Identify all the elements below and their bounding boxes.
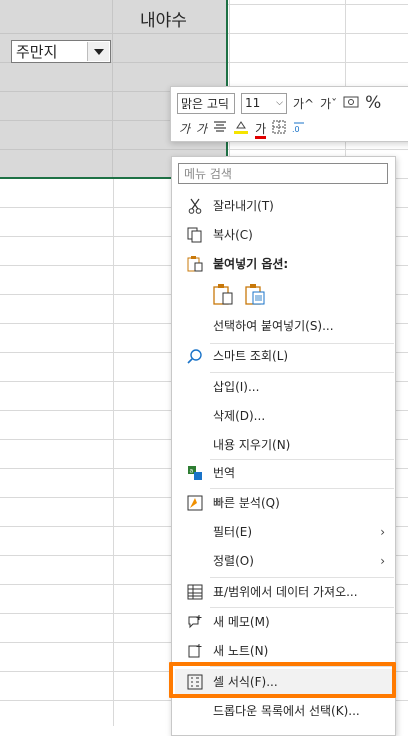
menu-item-paste-special[interactable]: 선택하여 붙여넣기(S)...: [173, 311, 395, 340]
blank-icon-slot: [185, 435, 205, 455]
mini-toolbar-row-2: 가 가 가 .0: [177, 116, 306, 140]
menu-item-new-note[interactable]: 새 노트(N): [173, 636, 395, 665]
mini-toolbar-row-1: 맑은 고딕 11 ⌵ 가^ 가ˇ %: [177, 91, 381, 115]
menu-item-label: 잘라내기(T): [213, 199, 274, 213]
menu-item-label: 빠른 분석(Q): [213, 496, 280, 510]
currency-format-icon[interactable]: [343, 95, 359, 112]
menu-item-filter[interactable]: 필터(E) ›: [173, 517, 395, 546]
smart-lookup-icon: [185, 346, 205, 366]
menu-item-clear-contents[interactable]: 내용 지우기(N): [173, 430, 395, 459]
menu-item-label: 삽입(I)...: [213, 380, 260, 394]
menu-item-label: 번역: [213, 466, 236, 480]
context-menu: 메뉴 검색 잘라내기(T) 복사(C) 붙여넣기 옵션: 선택하여 붙여넣기(S…: [171, 156, 396, 736]
row-gridline: [0, 149, 226, 150]
menu-item-sort[interactable]: 정렬(O) ›: [173, 546, 395, 575]
svg-text:.0: .0: [292, 125, 300, 134]
menu-item-label: 새 노트(N): [213, 644, 269, 658]
translate-icon: a: [185, 463, 205, 483]
menu-item-quick-analysis[interactable]: 빠른 분석(Q): [173, 488, 395, 517]
menu-item-label: 스마트 조회(L): [213, 349, 289, 363]
chevron-down-icon: ⌵: [276, 98, 283, 108]
table-icon: [185, 582, 205, 602]
blank-icon-slot: [185, 551, 205, 571]
menu-item-get-data-from-table[interactable]: 표/범위에서 데이터 가져오...: [173, 577, 395, 606]
menu-item-insert[interactable]: 삽입(I)...: [173, 372, 395, 401]
blank-icon-slot: [185, 701, 205, 721]
mini-toolbar: 맑은 고딕 11 ⌵ 가^ 가ˇ % 가 가 가 .0: [170, 86, 408, 142]
shrink-font-button[interactable]: 가ˇ: [320, 95, 337, 112]
submenu-arrow-icon: ›: [380, 553, 385, 568]
grow-font-button[interactable]: 가^: [293, 95, 314, 112]
menu-item-label: 새 메모(M): [213, 615, 270, 629]
menu-item-label: 삭제(D)...: [213, 409, 266, 423]
font-name-value: 맑은 고딕: [181, 96, 229, 111]
menu-item-copy[interactable]: 복사(C): [173, 220, 395, 249]
bold-button[interactable]: 가: [179, 120, 190, 137]
column-gridline: [112, 0, 113, 177]
dropdown-value: 주만지: [16, 43, 58, 61]
menu-item-paste-options: 붙여넣기 옵션:: [173, 249, 395, 278]
menu-search-input[interactable]: 메뉴 검색: [178, 163, 388, 184]
column-header-cell[interactable]: 내야수: [140, 6, 187, 31]
new-note-icon: [185, 641, 205, 661]
font-color-label: 가: [255, 121, 267, 136]
fill-color-icon[interactable]: [233, 119, 249, 138]
blank-icon-slot: [185, 522, 205, 542]
menu-item-label: 복사(C): [213, 228, 253, 242]
font-size-box[interactable]: 11 ⌵: [241, 92, 287, 114]
menu-item-label: 붙여넣기 옵션:: [213, 257, 289, 271]
menu-item-smart-lookup[interactable]: 스마트 조회(L): [173, 341, 395, 370]
submenu-arrow-icon: ›: [380, 524, 385, 539]
menu-item-new-comment[interactable]: 새 메모(M): [173, 607, 395, 636]
menu-item-label: 선택하여 붙여넣기(S)...: [213, 319, 334, 333]
format-cells-highlight-box: [169, 662, 396, 698]
paste-option-icon[interactable]: [212, 283, 234, 309]
menu-item-label: 정렬(O): [213, 554, 254, 568]
paste-options-row: [212, 283, 266, 309]
italic-button[interactable]: 가: [196, 120, 207, 137]
align-center-icon[interactable]: [213, 120, 227, 136]
scissors-icon: [185, 196, 205, 216]
paste-values-icon[interactable]: [244, 283, 266, 309]
quick-analysis-icon: [185, 493, 205, 513]
blank-icon-slot: [185, 316, 205, 336]
dropdown-arrow-icon[interactable]: [87, 42, 109, 61]
menu-item-label: 필터(E): [213, 525, 253, 539]
data-validation-dropdown[interactable]: 주만지: [11, 40, 111, 63]
percent-button[interactable]: %: [365, 93, 381, 113]
menu-item-label: 내용 지우기(N): [213, 438, 291, 452]
paste-icon: [185, 254, 205, 274]
row-gridline: [0, 33, 226, 34]
menu-item-delete[interactable]: 삭제(D)...: [173, 401, 395, 430]
menu-item-pick-from-dropdown[interactable]: 드롭다운 목록에서 선택(K)...: [173, 696, 395, 725]
copy-icon: [185, 225, 205, 245]
font-color-swatch: [255, 135, 267, 139]
font-name-box[interactable]: 맑은 고딕: [177, 92, 235, 114]
borders-icon[interactable]: [272, 120, 286, 137]
new-comment-icon: [185, 612, 205, 632]
blank-icon-slot: [185, 406, 205, 426]
menu-item-cut[interactable]: 잘라내기(T): [173, 191, 395, 220]
font-size-value: 11: [245, 96, 261, 110]
menu-item-translate[interactable]: a 번역: [173, 458, 395, 487]
font-color-button[interactable]: 가: [255, 120, 267, 139]
blank-icon-slot: [185, 377, 205, 397]
svg-text:a: a: [190, 467, 194, 474]
menu-item-label: 드롭다운 목록에서 선택(K)...: [213, 704, 360, 718]
menu-item-label: 표/범위에서 데이터 가져오...: [213, 585, 358, 599]
increase-decimal-icon[interactable]: .0: [292, 120, 306, 137]
